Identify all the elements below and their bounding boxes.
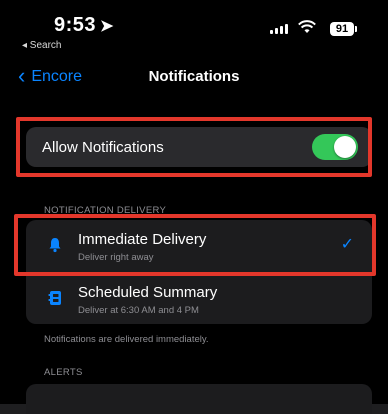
battery-icon: 91 — [330, 22, 357, 36]
page-title: Notifications — [148, 68, 240, 85]
time-text: 9:53 — [54, 14, 97, 36]
status-bar: 9:53 ➤ ◂ Search 91 — [8, 0, 380, 58]
section-header-alerts: ALERTS — [44, 367, 83, 378]
navigation-bar: ‹ Encore Notifications — [8, 62, 380, 92]
option-scheduled-summary[interactable]: Scheduled Summary Deliver at 6:30 AM and… — [26, 273, 372, 325]
delivery-footer-note: Notifications are delivered immediately. — [44, 334, 209, 345]
cellular-signal-icon — [270, 24, 288, 34]
alerts-card — [26, 384, 372, 414]
highlight-box-immediate — [14, 214, 376, 276]
back-to-app-link[interactable]: ◂ Search — [22, 40, 61, 51]
wifi-icon — [298, 20, 316, 33]
summary-icon — [48, 291, 61, 305]
option-title: Scheduled Summary — [78, 284, 218, 301]
location-arrow-icon: ➤ — [100, 18, 114, 35]
option-subtitle: Deliver at 6:30 AM and 4 PM — [78, 305, 199, 316]
status-time: 9:53 ➤ — [54, 14, 114, 37]
highlight-box-allow — [16, 117, 372, 177]
